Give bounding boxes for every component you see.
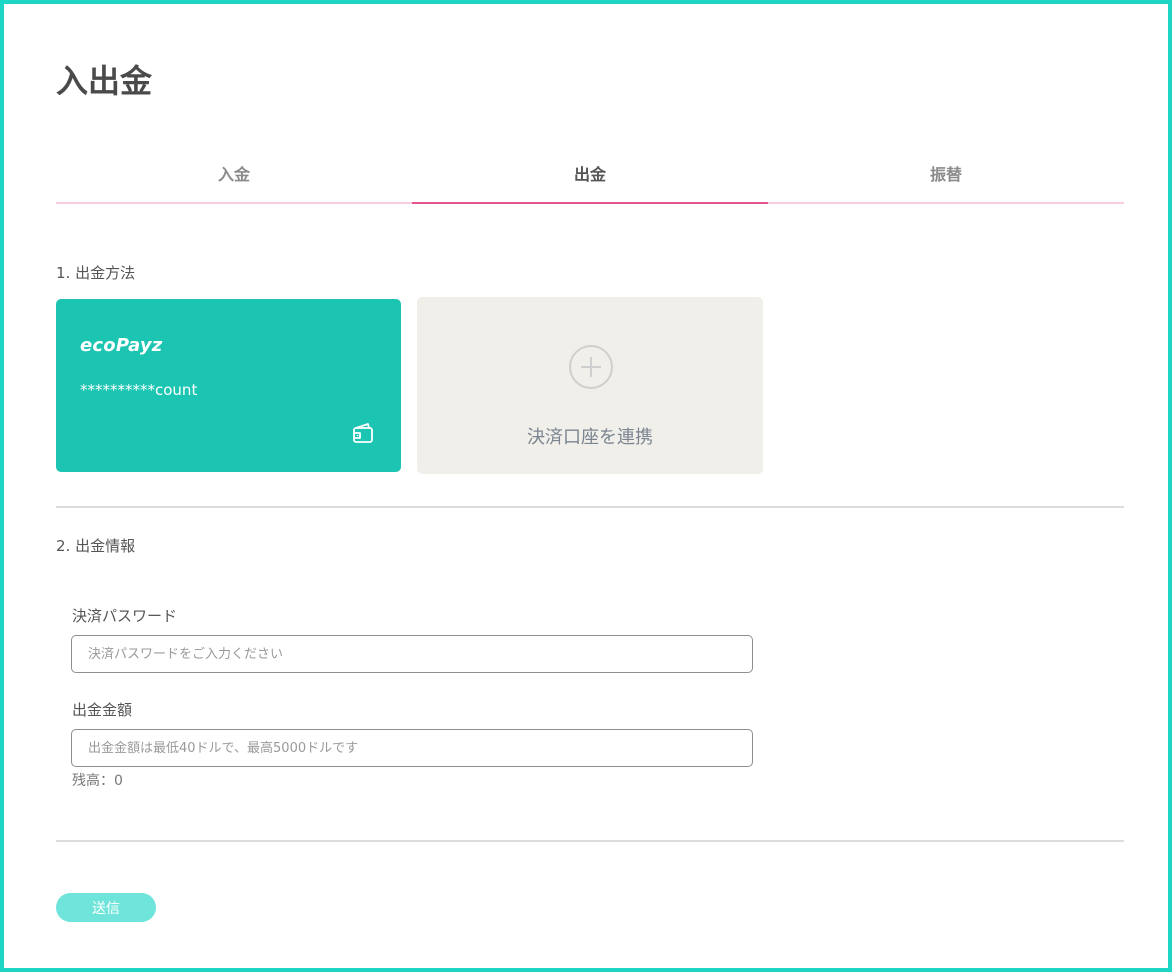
balance-text: 残高：0 <box>72 773 123 789</box>
plus-circle-icon <box>569 345 613 389</box>
divider <box>56 840 1124 842</box>
password-label: 決済パスワード <box>72 607 178 625</box>
ecopayz-logo: ecoPayz <box>80 335 163 356</box>
submit-button[interactable]: 送信 <box>56 893 156 922</box>
payment-password-input[interactable] <box>71 635 753 673</box>
ecopayz-method-card[interactable]: ecoPayz **********count <box>56 299 401 472</box>
masked-account: **********count <box>80 381 198 399</box>
tab-withdraw[interactable]: 出金 <box>412 154 768 204</box>
link-account-label: 決済口座を連携 <box>527 427 653 448</box>
tab-deposit[interactable]: 入金 <box>56 154 412 202</box>
withdraw-amount-input[interactable] <box>71 729 753 767</box>
amount-label: 出金金額 <box>72 701 133 719</box>
divider <box>56 506 1124 508</box>
tab-transfer[interactable]: 振替 <box>768 154 1124 202</box>
section-title-method: 1. 出金方法 <box>56 264 136 282</box>
wallet-icon <box>353 423 373 443</box>
link-payment-account-card[interactable]: 決済口座を連携 <box>417 297 763 474</box>
app-frame: 入出金 入金 出金 振替 1. 出金方法 ecoPayz **********c… <box>0 0 1172 972</box>
tab-bar: 入金 出金 振替 <box>56 154 1124 204</box>
section-title-info: 2. 出金情報 <box>56 537 136 555</box>
page-title: 入出金 <box>56 62 153 100</box>
